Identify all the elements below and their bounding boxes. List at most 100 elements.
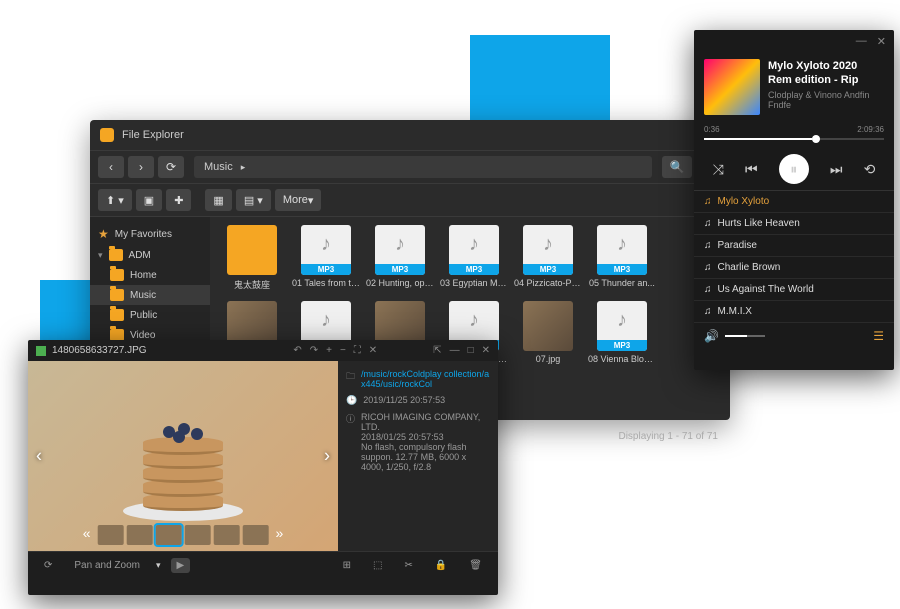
status-bar: Displaying 1 - 71 of 71 <box>618 431 718 442</box>
sidebar-favorites[interactable]: ★My Favorites <box>90 223 210 245</box>
maximize-button[interactable]: □ <box>468 345 474 356</box>
app-icon <box>36 346 46 356</box>
file-tile[interactable]: MP303 Egyptian March... <box>440 225 508 291</box>
tool-button[interactable]: ⊞ <box>337 558 357 573</box>
playlist-track[interactable]: ♫Us Against The World <box>694 279 894 301</box>
minimize-button[interactable]: — <box>856 35 867 48</box>
thumbnail-strip: « » <box>83 525 284 545</box>
delete-button[interactable]: 🗑 <box>463 558 488 573</box>
progress-bar[interactable] <box>704 138 884 140</box>
pause-button[interactable]: ⏸ <box>779 154 809 184</box>
playlist-track[interactable]: ♫M.M.I.X <box>694 301 894 323</box>
share-button[interactable]: ⇱ <box>433 345 441 356</box>
pan-zoom-label[interactable]: Pan and Zoom <box>68 558 146 573</box>
rotate-right-button[interactable]: ↷ <box>310 345 318 356</box>
close-button[interactable]: ✕ <box>369 345 377 356</box>
fullscreen-button[interactable]: ⛶ <box>354 345 361 356</box>
slideshow-button[interactable]: ▶ <box>171 558 191 573</box>
chevron-down-icon: ▾ <box>98 250 103 261</box>
volume-slider[interactable] <box>725 335 765 337</box>
info-icon: ⓘ <box>346 412 355 472</box>
window-titlebar: File Explorer <box>90 120 730 151</box>
strip-thumb[interactable] <box>243 525 269 545</box>
close-button[interactable]: ✕ <box>877 35 886 48</box>
new-button[interactable]: ▣ <box>136 189 162 211</box>
playlist-track[interactable]: ♫Charlie Brown <box>694 257 894 279</box>
file-tile[interactable]: MP301 Tales from the... <box>292 225 360 291</box>
back-button[interactable]: ‹ <box>98 156 124 178</box>
file-name: 07.jpg <box>514 354 582 364</box>
more-button[interactable]: More ▾ <box>275 189 322 211</box>
sidebar-item-music[interactable]: Music <box>90 285 210 305</box>
sidebar-item-home[interactable]: Home <box>90 265 210 285</box>
note-icon: ♫ <box>704 196 712 207</box>
next-image-button[interactable]: › <box>324 446 330 467</box>
file-tile[interactable]: 鬼太鼓座 <box>218 225 286 291</box>
file-name: 鬼太鼓座 <box>218 278 286 291</box>
breadcrumb[interactable]: Music ▸ <box>194 156 652 178</box>
sidebar-item-public[interactable]: Public <box>90 305 210 325</box>
playlist-track[interactable]: ♫Hurts Like Heaven <box>694 213 894 235</box>
strip-thumb[interactable] <box>127 525 153 545</box>
file-name: 01 Tales from the... <box>292 278 360 288</box>
folder-icon <box>109 249 123 261</box>
strip-next-button[interactable]: » <box>276 525 284 545</box>
rotate-left-button[interactable]: ↶ <box>293 345 301 356</box>
folder-icon <box>110 309 124 321</box>
strip-prev-button[interactable]: « <box>83 525 91 545</box>
file-name: 04 Pizzicato-Polk... <box>514 278 582 288</box>
folder-icon: 🗀 <box>346 369 355 389</box>
progress-section: 0:36 2:09:36 <box>694 121 894 148</box>
file-name: 08 Vienna Bloo... <box>588 354 656 364</box>
close-panel-button[interactable]: ✕ <box>482 345 490 356</box>
volume-icon[interactable]: 🔊 <box>704 329 719 343</box>
image-viewer-window: 1480658633727.JPG ↶ ↷ + − ⛶ ✕ ⇱ — □ ✕ ‹ … <box>28 340 498 595</box>
refresh-button[interactable]: ⟳ <box>38 558 58 573</box>
window-controls: — ✕ <box>694 30 894 53</box>
strip-thumb[interactable] <box>214 525 240 545</box>
strip-thumb[interactable] <box>185 525 211 545</box>
note-icon: ♫ <box>704 218 712 229</box>
add-folder-button[interactable]: ✚ <box>166 189 191 211</box>
prev-image-button[interactable]: ‹ <box>36 446 42 467</box>
file-tile[interactable]: MP304 Pizzicato-Polk... <box>514 225 582 291</box>
playlist-toggle-icon[interactable]: ☰ <box>873 329 884 343</box>
shuffle-button[interactable]: ⤨ <box>713 161 724 178</box>
time-elapsed: 0:36 <box>704 125 720 134</box>
repeat-button[interactable]: ⟲ <box>864 161 876 178</box>
note-icon: ♫ <box>704 306 712 317</box>
file-tile[interactable]: MP305 Thunder an... <box>588 225 656 291</box>
album-art <box>704 59 760 115</box>
image-content <box>113 391 253 521</box>
camera-info: RICOH IMAGING COMPANY, LTD. <box>361 412 490 432</box>
view-grid-button[interactable]: ▦ <box>205 189 231 211</box>
app-icon <box>100 128 114 142</box>
tool-button[interactable]: ⬚ <box>367 558 388 573</box>
folder-icon <box>110 289 124 301</box>
upload-button[interactable]: ⬆ ▾ <box>98 189 132 211</box>
prev-button[interactable]: ⏮ <box>745 161 758 178</box>
search-button[interactable]: 🔍 <box>662 156 692 178</box>
file-tile[interactable]: MP308 Vienna Bloo... <box>588 301 656 364</box>
image-canvas[interactable]: ‹ › « <box>28 361 338 551</box>
nav-bar: ‹ › ⟳ Music ▸ 🔍 ⚙ <box>90 151 730 184</box>
view-list-button[interactable]: ▤ ▾ <box>236 189 271 211</box>
forward-button[interactable]: › <box>128 156 154 178</box>
playlist-track[interactable]: ♫Mylo Xyloto <box>694 191 894 213</box>
crop-button[interactable]: ✂ <box>398 558 418 573</box>
minimize-button[interactable]: — <box>450 345 460 356</box>
clock-icon: 🕒 <box>346 395 357 406</box>
lock-button[interactable]: 🔒 <box>429 558 453 573</box>
zoom-out-button[interactable]: − <box>340 345 346 356</box>
next-button[interactable]: ⏭ <box>830 161 843 178</box>
chevron-down-icon: ▾ <box>156 560 161 571</box>
sidebar-adm[interactable]: ▾ADM <box>90 245 210 265</box>
strip-thumb-current[interactable] <box>156 525 182 545</box>
strip-thumb[interactable] <box>98 525 124 545</box>
refresh-button[interactable]: ⟳ <box>158 156 184 178</box>
playlist-track[interactable]: ♫Paradise <box>694 235 894 257</box>
file-tile[interactable]: MP302 Hunting, op. ... <box>366 225 434 291</box>
file-tile[interactable]: 07.jpg <box>514 301 582 364</box>
player-footer: 🔊 ☰ <box>694 323 894 349</box>
zoom-in-button[interactable]: + <box>326 345 332 356</box>
